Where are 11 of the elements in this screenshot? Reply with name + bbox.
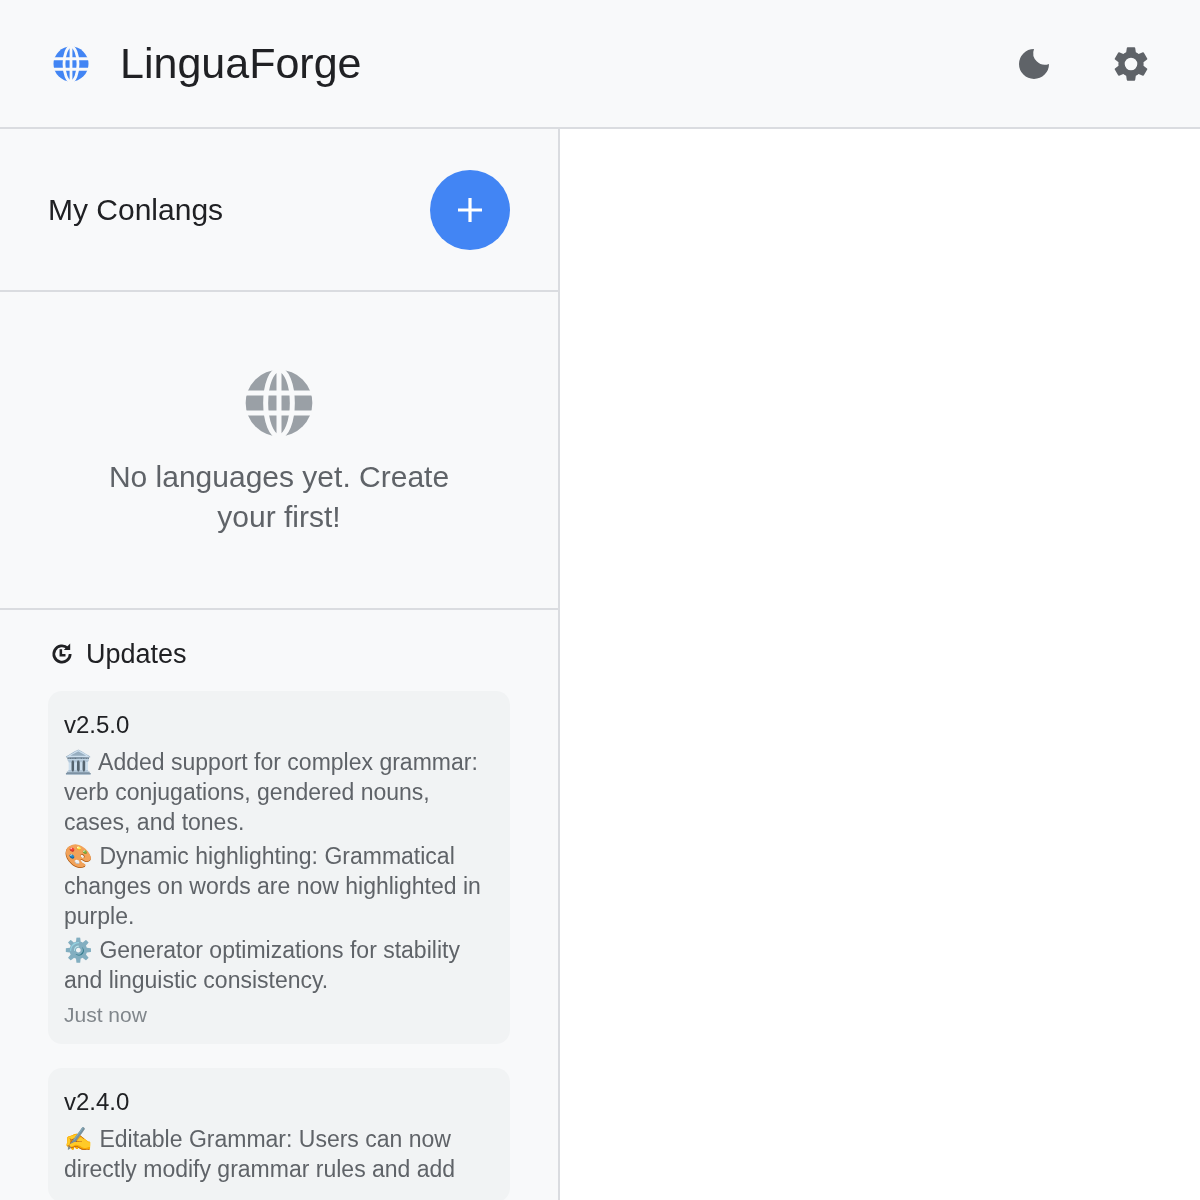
empty-message: No languages yet. Create your first!: [107, 459, 451, 535]
app-title: LinguaForge: [120, 38, 362, 90]
section-title: Updates: [86, 638, 187, 671]
sidebar-title: My Conlangs: [48, 192, 224, 228]
version-label: v2.4.0: [64, 1087, 131, 1117]
update-note: 🎨 Dynamic highlighting: Grammatical changes on words are now highlighted in purple.: [64, 841, 482, 931]
timestamp: Just now: [64, 1001, 148, 1028]
update-note: ⚙ Generator optimizations for stability and linguistic consistency.: [64, 935, 461, 995]
update-note: ✍ Editable Grammar: Users can now directly modify grammar rules and add: [64, 1125, 457, 1184]
version-label: v2.5.0: [64, 709, 131, 740]
update-note: 🏛 Added support for complex grammar: verb conjugations, gendered nouns, cases, and tones.: [64, 747, 479, 837]
